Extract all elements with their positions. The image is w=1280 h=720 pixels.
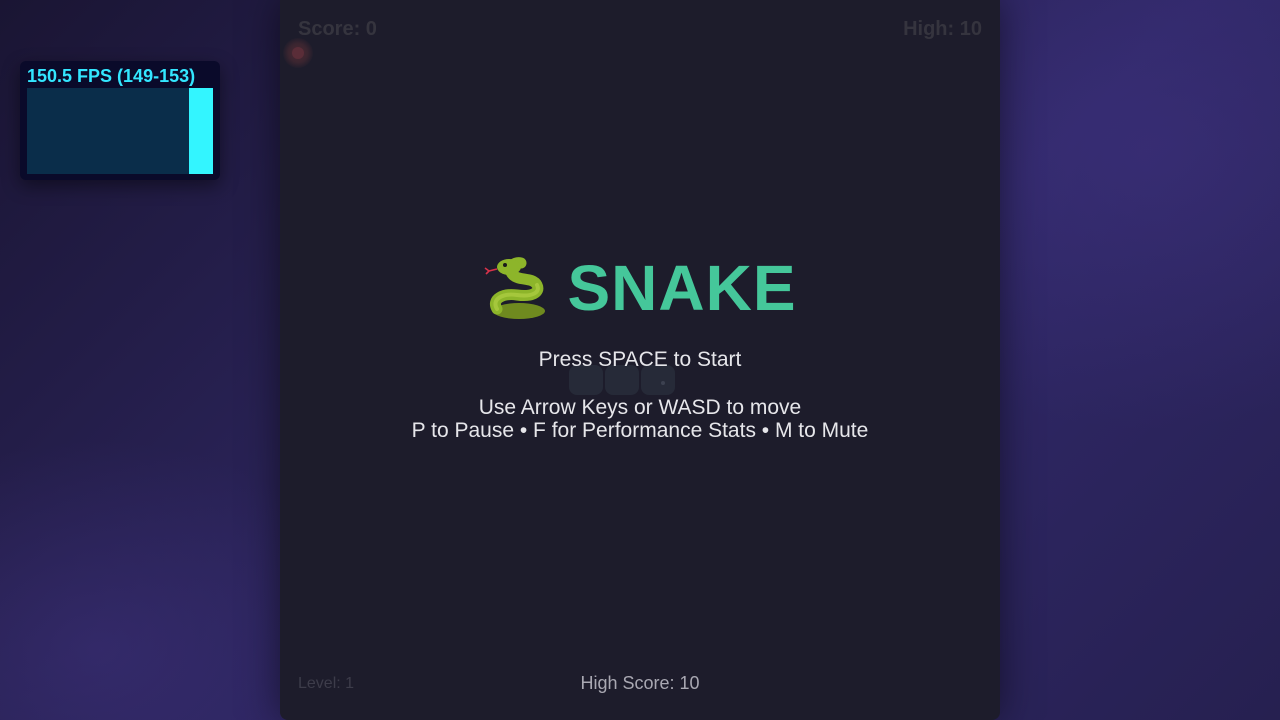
game-title: SNAKE bbox=[567, 252, 797, 324]
fps-monitor[interactable]: 150.5 FPS (149-153) bbox=[20, 61, 220, 180]
title-row: SNAKE bbox=[280, 253, 1000, 323]
fps-label: 150.5 FPS (149-153) bbox=[27, 66, 196, 86]
snake-eye bbox=[661, 381, 665, 385]
food-apple bbox=[283, 38, 313, 68]
snake-emoji-icon bbox=[485, 257, 546, 319]
start-prompt: Press SPACE to Start bbox=[538, 348, 742, 371]
fps-graph bbox=[27, 88, 213, 174]
food-core bbox=[292, 47, 304, 59]
fps-graph-bar bbox=[189, 88, 213, 174]
high-score-footer: High Score: 10 bbox=[580, 673, 700, 693]
high-score-display: High: 10 bbox=[903, 18, 982, 40]
hotkey-instructions: P to Pause • F for Performance Stats • M… bbox=[411, 419, 869, 442]
controls-instructions: Use Arrow Keys or WASD to move bbox=[478, 396, 802, 419]
score-display: Score: 0 bbox=[298, 18, 377, 40]
game-board[interactable]: Score: 0 High: 10 SNAKE Press SPACE to S… bbox=[280, 0, 1000, 720]
